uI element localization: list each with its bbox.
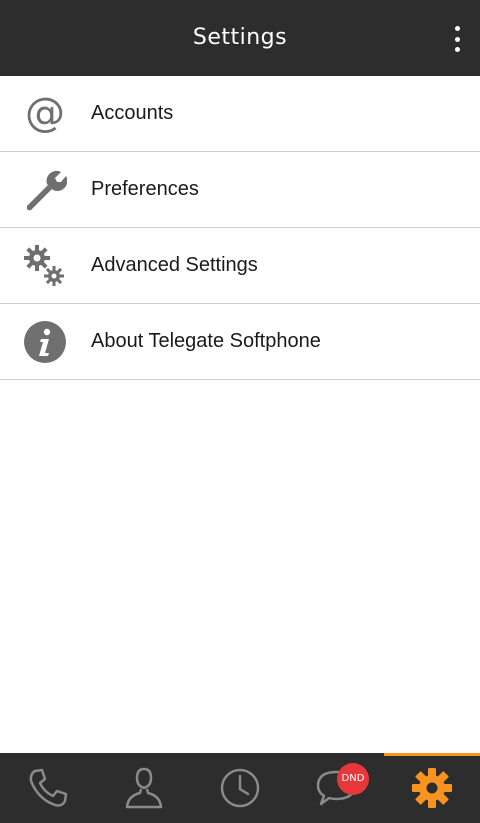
- top-app-bar: Settings: [0, 0, 480, 76]
- tab-history[interactable]: [192, 753, 288, 823]
- tab-contacts[interactable]: [96, 753, 192, 823]
- settings-item-label: Preferences: [91, 178, 199, 200]
- settings-item-preferences[interactable]: Preferences: [0, 152, 480, 228]
- contact-icon: [125, 767, 163, 809]
- svg-text:@: @: [25, 92, 65, 136]
- tab-phone[interactable]: [0, 753, 96, 823]
- wrench-icon: [22, 167, 68, 213]
- settings-item-advanced[interactable]: Advanced Settings: [0, 228, 480, 304]
- settings-item-about[interactable]: About Telegate Softphone: [0, 304, 480, 380]
- settings-list: @ Accounts Preferences Advanced Settings…: [0, 76, 480, 380]
- gears-icon: [22, 243, 68, 289]
- page-title: Settings: [192, 25, 288, 50]
- at-sign-icon: @: [22, 91, 68, 137]
- tab-messages[interactable]: DND: [288, 753, 384, 823]
- clock-icon: [220, 768, 260, 808]
- settings-item-label: Advanced Settings: [91, 254, 258, 276]
- settings-item-accounts[interactable]: @ Accounts: [0, 76, 480, 152]
- settings-item-label: Accounts: [91, 102, 174, 124]
- dnd-badge: DND: [337, 763, 369, 795]
- bottom-navigation: DND: [0, 753, 480, 823]
- overflow-menu-icon[interactable]: [452, 26, 462, 52]
- settings-item-label: About Telegate Softphone: [91, 330, 321, 352]
- info-icon: [22, 319, 68, 365]
- settings-gear-icon: [412, 768, 452, 808]
- phone-icon: [29, 768, 68, 807]
- tab-settings[interactable]: [384, 753, 480, 823]
